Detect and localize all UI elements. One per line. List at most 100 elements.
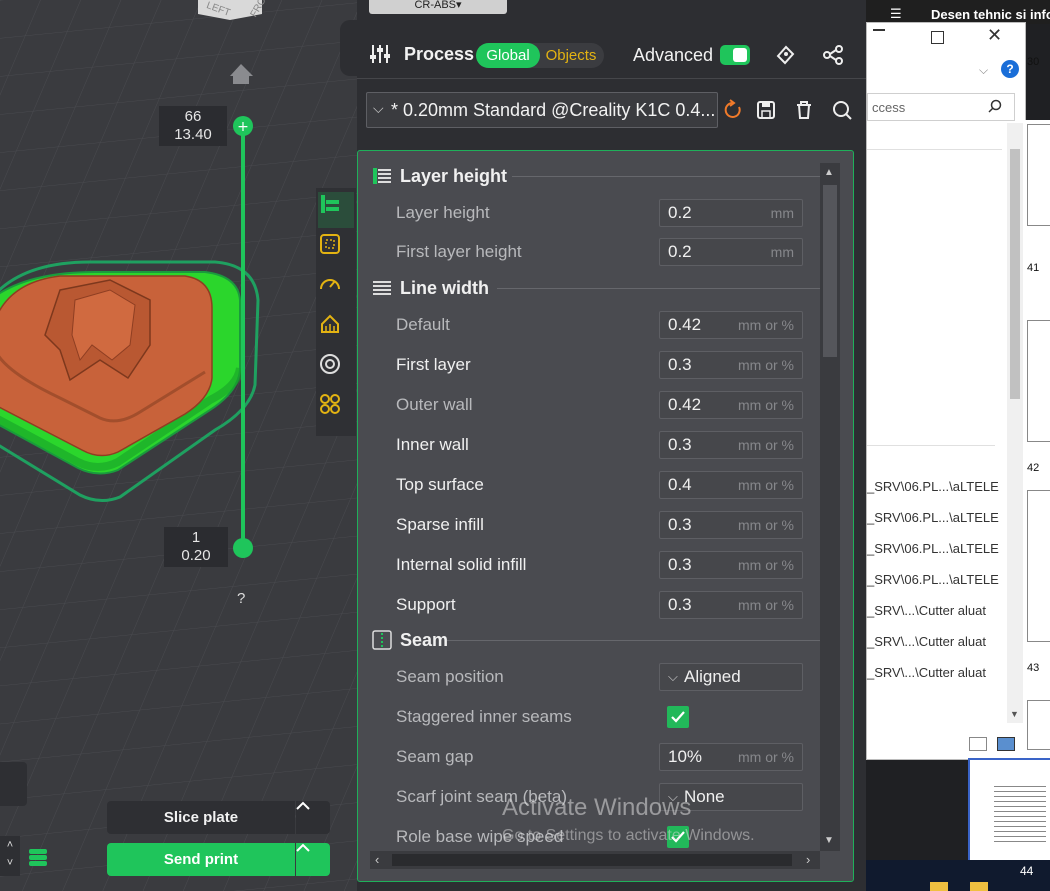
thumbnail-sheet[interactable] — [1027, 700, 1050, 750]
collapse-tab[interactable] — [0, 762, 27, 806]
h-scroll-thumb[interactable] — [392, 854, 792, 866]
thumbnail-diagram[interactable] — [1027, 124, 1050, 226]
slider-top-handle[interactable] — [233, 116, 253, 136]
sliders-icon — [368, 42, 392, 66]
slider-bottom-height: 0.20 — [181, 547, 211, 564]
explorer-window[interactable]: ✕ ⌵ ? ccess _SRV\06.PL...\aLTELE _SRV\06… — [866, 22, 1026, 760]
internal-solid-infill-width-input[interactable]: 0.3 mm or % — [659, 551, 803, 579]
layer-view-icon[interactable] — [318, 192, 354, 228]
section-title: Line width — [400, 277, 489, 298]
explorer-scroll-thumb[interactable] — [1010, 149, 1020, 399]
preset-select[interactable]: ⌵ * 0.20mm Standard @Creality K1C 0.4... — [366, 92, 718, 128]
target-icon[interactable] — [318, 352, 354, 388]
row-label: Internal solid infill — [396, 555, 527, 574]
3d-viewport[interactable]: + LEFT FRO 66 13.40 1 0.20 ? ˄ ˅ Slice pl… — [0, 0, 357, 891]
minimize-icon[interactable] — [873, 29, 885, 31]
seam-position-select[interactable]: ⌵ Aligned — [659, 663, 803, 691]
scroll-thumb[interactable] — [823, 185, 837, 357]
thumbnail-drawing[interactable] — [1027, 320, 1050, 442]
staggered-seams-checkbox[interactable] — [667, 706, 689, 728]
first-layer-height-input[interactable]: 0.2 mm — [659, 238, 803, 266]
layers-stack-icon[interactable] — [26, 845, 50, 869]
outer-wall-width-input[interactable]: 0.42 mm or % — [659, 391, 803, 419]
preset-name: * 0.20mm Standard @Creality K1C 0.4... — [391, 100, 716, 120]
maximize-icon[interactable] — [931, 31, 944, 44]
top-surface-width-input[interactable]: 0.4 mm or % — [659, 471, 803, 499]
section-title: Seam — [400, 629, 449, 650]
help-mark[interactable]: ? — [237, 590, 245, 607]
scroll-down-icon[interactable]: ▼ — [824, 835, 834, 846]
layer-height-input[interactable]: 0.2 mm — [659, 199, 803, 227]
help-icon[interactable]: ? — [1001, 60, 1019, 78]
thumbnail-table[interactable] — [1027, 490, 1050, 642]
chevron-down-icon[interactable]: ⌵ — [979, 63, 988, 78]
row-label: Inner wall — [396, 435, 469, 454]
details-view-icon[interactable] — [969, 737, 987, 751]
layer-height-icon — [373, 168, 391, 184]
compare-icon[interactable] — [822, 44, 844, 66]
sparse-infill-width-input[interactable]: 0.3 mm or % — [659, 511, 803, 539]
file-path[interactable]: _SRV\...\Cutter aluat — [867, 634, 1007, 665]
scroll-down-icon[interactable]: ▼ — [1010, 709, 1019, 719]
file-path[interactable]: _SRV\06.PL...\aLTELE — [867, 541, 1007, 572]
stepper-control[interactable]: ˄ ˅ — [0, 836, 20, 876]
document-preview[interactable] — [968, 758, 1050, 862]
section-layer-height: Layer height — [372, 164, 822, 188]
reset-icon[interactable] — [722, 99, 744, 121]
save-icon[interactable] — [755, 99, 777, 121]
support-icon[interactable] — [318, 312, 354, 348]
file-path[interactable]: _SRV\...\Cutter aluat — [867, 665, 1007, 696]
toggle-objects[interactable]: Objects — [540, 43, 602, 68]
file-path[interactable]: _SRV\06.PL...\aLTELE — [867, 510, 1007, 541]
side-number: 30 — [1027, 56, 1040, 68]
bounding-box-icon[interactable] — [318, 232, 354, 268]
file-path[interactable]: _SRV\06.PL...\aLTELE — [867, 479, 1007, 510]
chevron-up-icon — [296, 843, 310, 852]
others-icon[interactable] — [318, 392, 354, 428]
close-icon[interactable]: ✕ — [987, 25, 1002, 46]
scroll-right-icon[interactable]: › — [806, 852, 810, 867]
send-dropdown-button[interactable] — [296, 843, 330, 876]
horizontal-scrollbar[interactable]: ‹ › — [370, 851, 820, 869]
row-label: Top surface — [396, 475, 484, 494]
row-label: First layer height — [396, 242, 522, 261]
slice-dropdown-button[interactable] — [296, 801, 330, 834]
support-width-input[interactable]: 0.3 mm or % — [659, 591, 803, 619]
file-path-list: _SRV\06.PL...\aLTELE _SRV\06.PL...\aLTEL… — [867, 479, 1007, 696]
toggle-global[interactable]: Global — [476, 43, 540, 68]
search-icon[interactable] — [831, 99, 853, 121]
speed-gauge-icon[interactable] — [318, 272, 354, 308]
chevron-down-icon: ⌵ — [668, 669, 678, 684]
row-label: Layer height — [396, 203, 490, 222]
chevron-down-icon: ⌵ — [373, 100, 384, 116]
advanced-label: Advanced — [633, 45, 714, 65]
explorer-scrollbar[interactable]: ▼ — [1007, 123, 1023, 723]
row-label: Sparse infill — [396, 515, 484, 534]
default-width-input[interactable]: 0.42 mm or % — [659, 311, 803, 339]
global-objects-toggle[interactable]: Global Objects — [476, 43, 604, 68]
seam-gap-input[interactable]: 10% mm or % — [659, 743, 803, 771]
home-view-icon[interactable] — [228, 60, 256, 88]
vertical-scrollbar[interactable]: ▲ ▼ — [820, 163, 840, 851]
slider-bottom-handle[interactable] — [233, 538, 253, 558]
line-width-icon — [373, 281, 391, 295]
inner-wall-width-input[interactable]: 0.3 mm or % — [659, 431, 803, 459]
first-layer-width-input[interactable]: 0.3 mm or % — [659, 351, 803, 379]
panel-collapse-handle[interactable] — [340, 20, 358, 76]
hamburger-icon[interactable]: ☰ — [890, 6, 902, 22]
file-path[interactable]: _SRV\06.PL...\aLTELE — [867, 572, 1007, 603]
search-box[interactable]: ccess — [867, 93, 1015, 121]
side-thumbnail-strip: 30 41 42 43 — [1025, 56, 1050, 758]
file-path[interactable]: _SRV\...\Cutter aluat — [867, 603, 1007, 634]
send-print-button[interactable]: Send print — [107, 843, 295, 876]
filament-tab[interactable]: CR-ABS▾ — [369, 0, 507, 14]
plate-icon[interactable] — [774, 44, 796, 66]
delete-icon[interactable] — [793, 99, 815, 121]
thumbnail-view-icon[interactable] — [997, 737, 1015, 751]
slice-plate-button[interactable]: Slice plate — [107, 801, 295, 834]
folder-icon[interactable] — [930, 882, 948, 891]
scroll-up-icon[interactable]: ▲ — [824, 167, 834, 178]
folder-icon[interactable] — [970, 882, 988, 891]
scroll-left-icon[interactable]: ‹ — [375, 852, 379, 867]
advanced-switch[interactable] — [720, 45, 750, 65]
